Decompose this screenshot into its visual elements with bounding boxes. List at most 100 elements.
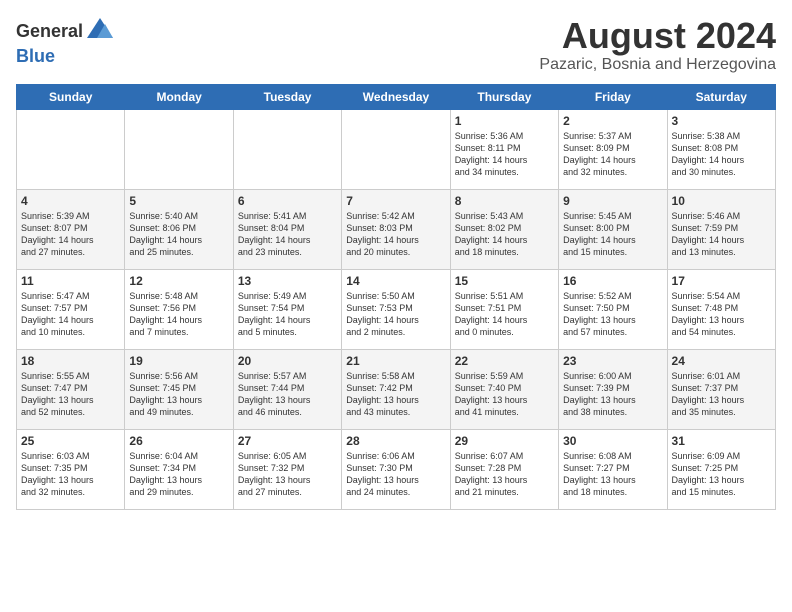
day-number: 12 — [129, 274, 228, 288]
day-number: 3 — [672, 114, 771, 128]
day-cell-3-4: 22 Sunrise: 5:59 AM Sunset: 7:40 PM Dayli… — [450, 349, 558, 429]
day-info: Sunrise: 5:45 AM Sunset: 8:00 PM Dayligh… — [563, 210, 662, 259]
day-number: 21 — [346, 354, 445, 368]
day-info: Sunrise: 6:01 AM Sunset: 7:37 PM Dayligh… — [672, 370, 771, 419]
day-cell-2-6: 17 Sunrise: 5:54 AM Sunset: 7:48 PM Dayli… — [667, 269, 775, 349]
day-info: Sunrise: 6:05 AM Sunset: 7:32 PM Dayligh… — [238, 450, 337, 499]
header-wednesday: Wednesday — [342, 84, 450, 109]
title-section: August 2024 Pazaric, Bosnia and Herzegov… — [539, 16, 776, 74]
day-number: 2 — [563, 114, 662, 128]
day-number: 25 — [21, 434, 120, 448]
day-number: 31 — [672, 434, 771, 448]
day-info: Sunrise: 5:54 AM Sunset: 7:48 PM Dayligh… — [672, 290, 771, 339]
header-row: Sunday Monday Tuesday Wednesday Thursday… — [17, 84, 776, 109]
day-number: 30 — [563, 434, 662, 448]
week-row-3: 11Sunrise: 5:47 AM Sunset: 7:57 PM Dayli… — [17, 269, 776, 349]
day-info: Sunrise: 5:51 AM Sunset: 7:51 PM Dayligh… — [455, 290, 554, 339]
day-info: Sunrise: 5:58 AM Sunset: 7:42 PM Dayligh… — [346, 370, 445, 419]
day-info: Sunrise: 6:04 AM Sunset: 7:34 PM Dayligh… — [129, 450, 228, 499]
day-cell-3-5: 23Sunrise: 6:00 AM Sunset: 7:39 PM Dayli… — [559, 349, 667, 429]
day-number: 13 — [238, 274, 337, 288]
day-info: Sunrise: 5:40 AM Sunset: 8:06 PM Dayligh… — [129, 210, 228, 259]
week-row-1: 1Sunrise: 5:36 AM Sunset: 8:11 PM Daylig… — [17, 109, 776, 189]
day-number: 22 — [455, 354, 554, 368]
day-info: Sunrise: 5:48 AM Sunset: 7:56 PM Dayligh… — [129, 290, 228, 339]
day-number: 15 — [455, 274, 554, 288]
day-cell-0-6: 3Sunrise: 5:38 AM Sunset: 8:08 PM Daylig… — [667, 109, 775, 189]
day-number: 11 — [21, 274, 120, 288]
day-cell-0-4: 1Sunrise: 5:36 AM Sunset: 8:11 PM Daylig… — [450, 109, 558, 189]
day-info: Sunrise: 5:55 AM Sunset: 7:47 PM Dayligh… — [21, 370, 120, 419]
week-row-4: 18 Sunrise: 5:55 AM Sunset: 7:47 PM Dayli… — [17, 349, 776, 429]
day-number: 20 — [238, 354, 337, 368]
day-cell-4-5: 30Sunrise: 6:08 AM Sunset: 7:27 PM Dayli… — [559, 429, 667, 509]
day-cell-0-1 — [125, 109, 233, 189]
day-cell-4-4: 29Sunrise: 6:07 AM Sunset: 7:28 PM Dayli… — [450, 429, 558, 509]
day-number: 23 — [563, 354, 662, 368]
day-number: 18 — [21, 354, 120, 368]
logo: General Blue — [16, 16, 115, 67]
day-cell-2-0: 11Sunrise: 5:47 AM Sunset: 7:57 PM Dayli… — [17, 269, 125, 349]
day-info: Sunrise: 5:42 AM Sunset: 8:03 PM Dayligh… — [346, 210, 445, 259]
day-cell-3-2: 20 Sunrise: 5:57 AM Sunset: 7:44 PM Dayli… — [233, 349, 341, 429]
day-number: 28 — [346, 434, 445, 448]
day-info: Sunrise: 5:59 AM Sunset: 7:40 PM Dayligh… — [455, 370, 554, 419]
day-cell-3-3: 21 Sunrise: 5:58 AM Sunset: 7:42 PM Dayli… — [342, 349, 450, 429]
day-number: 1 — [455, 114, 554, 128]
header-saturday: Saturday — [667, 84, 775, 109]
day-cell-0-2 — [233, 109, 341, 189]
header: General Blue August 2024 Pazaric, Bosnia… — [16, 16, 776, 74]
day-info: Sunrise: 6:06 AM Sunset: 7:30 PM Dayligh… — [346, 450, 445, 499]
day-info: Sunrise: 5:43 AM Sunset: 8:02 PM Dayligh… — [455, 210, 554, 259]
day-cell-1-3: 7 Sunrise: 5:42 AM Sunset: 8:03 PM Daylig… — [342, 189, 450, 269]
day-number: 5 — [129, 194, 228, 208]
day-number: 9 — [563, 194, 662, 208]
day-cell-2-3: 14 Sunrise: 5:50 AM Sunset: 7:53 PM Dayli… — [342, 269, 450, 349]
day-cell-1-4: 8 Sunrise: 5:43 AM Sunset: 8:02 PM Daylig… — [450, 189, 558, 269]
day-number: 26 — [129, 434, 228, 448]
header-thursday: Thursday — [450, 84, 558, 109]
day-cell-3-1: 19 Sunrise: 5:56 AM Sunset: 7:45 PM Dayli… — [125, 349, 233, 429]
day-info: Sunrise: 5:56 AM Sunset: 7:45 PM Dayligh… — [129, 370, 228, 419]
day-number: 24 — [672, 354, 771, 368]
logo-blue: Blue — [16, 46, 55, 66]
day-cell-0-5: 2 Sunrise: 5:37 AM Sunset: 8:09 PM Daylig… — [559, 109, 667, 189]
day-cell-4-1: 26 Sunrise: 6:04 AM Sunset: 7:34 PM Dayli… — [125, 429, 233, 509]
day-cell-1-2: 6 Sunrise: 5:41 AM Sunset: 8:04 PM Daylig… — [233, 189, 341, 269]
day-info: Sunrise: 5:52 AM Sunset: 7:50 PM Dayligh… — [563, 290, 662, 339]
day-number: 4 — [21, 194, 120, 208]
day-number: 14 — [346, 274, 445, 288]
day-cell-1-5: 9 Sunrise: 5:45 AM Sunset: 8:00 PM Daylig… — [559, 189, 667, 269]
day-number: 10 — [672, 194, 771, 208]
day-info: Sunrise: 6:07 AM Sunset: 7:28 PM Dayligh… — [455, 450, 554, 499]
day-number: 27 — [238, 434, 337, 448]
day-cell-0-0 — [17, 109, 125, 189]
day-cell-4-3: 28 Sunrise: 6:06 AM Sunset: 7:30 PM Dayli… — [342, 429, 450, 509]
day-number: 8 — [455, 194, 554, 208]
day-info: Sunrise: 5:37 AM Sunset: 8:09 PM Dayligh… — [563, 130, 662, 179]
day-number: 19 — [129, 354, 228, 368]
page: General Blue August 2024 Pazaric, Bosnia… — [0, 0, 792, 520]
calendar-table: Sunday Monday Tuesday Wednesday Thursday… — [16, 84, 776, 510]
day-cell-1-1: 5 Sunrise: 5:40 AM Sunset: 8:06 PM Daylig… — [125, 189, 233, 269]
day-info: Sunrise: 5:41 AM Sunset: 8:04 PM Dayligh… — [238, 210, 337, 259]
day-cell-2-4: 15 Sunrise: 5:51 AM Sunset: 7:51 PM Dayli… — [450, 269, 558, 349]
day-info: Sunrise: 5:49 AM Sunset: 7:54 PM Dayligh… — [238, 290, 337, 339]
header-monday: Monday — [125, 84, 233, 109]
week-row-2: 4Sunrise: 5:39 AM Sunset: 8:07 PM Daylig… — [17, 189, 776, 269]
day-info: Sunrise: 6:09 AM Sunset: 7:25 PM Dayligh… — [672, 450, 771, 499]
day-info: Sunrise: 6:03 AM Sunset: 7:35 PM Dayligh… — [21, 450, 120, 499]
header-sunday: Sunday — [17, 84, 125, 109]
header-friday: Friday — [559, 84, 667, 109]
day-number: 17 — [672, 274, 771, 288]
day-cell-2-5: 16 Sunrise: 5:52 AM Sunset: 7:50 PM Dayli… — [559, 269, 667, 349]
logo-icon — [85, 16, 115, 46]
day-cell-2-2: 13 Sunrise: 5:49 AM Sunset: 7:54 PM Dayli… — [233, 269, 341, 349]
day-number: 16 — [563, 274, 662, 288]
day-info: Sunrise: 5:57 AM Sunset: 7:44 PM Dayligh… — [238, 370, 337, 419]
day-number: 6 — [238, 194, 337, 208]
logo-general: General — [16, 21, 83, 42]
day-info: Sunrise: 5:50 AM Sunset: 7:53 PM Dayligh… — [346, 290, 445, 339]
day-number: 7 — [346, 194, 445, 208]
day-cell-1-6: 10Sunrise: 5:46 AM Sunset: 7:59 PM Dayli… — [667, 189, 775, 269]
